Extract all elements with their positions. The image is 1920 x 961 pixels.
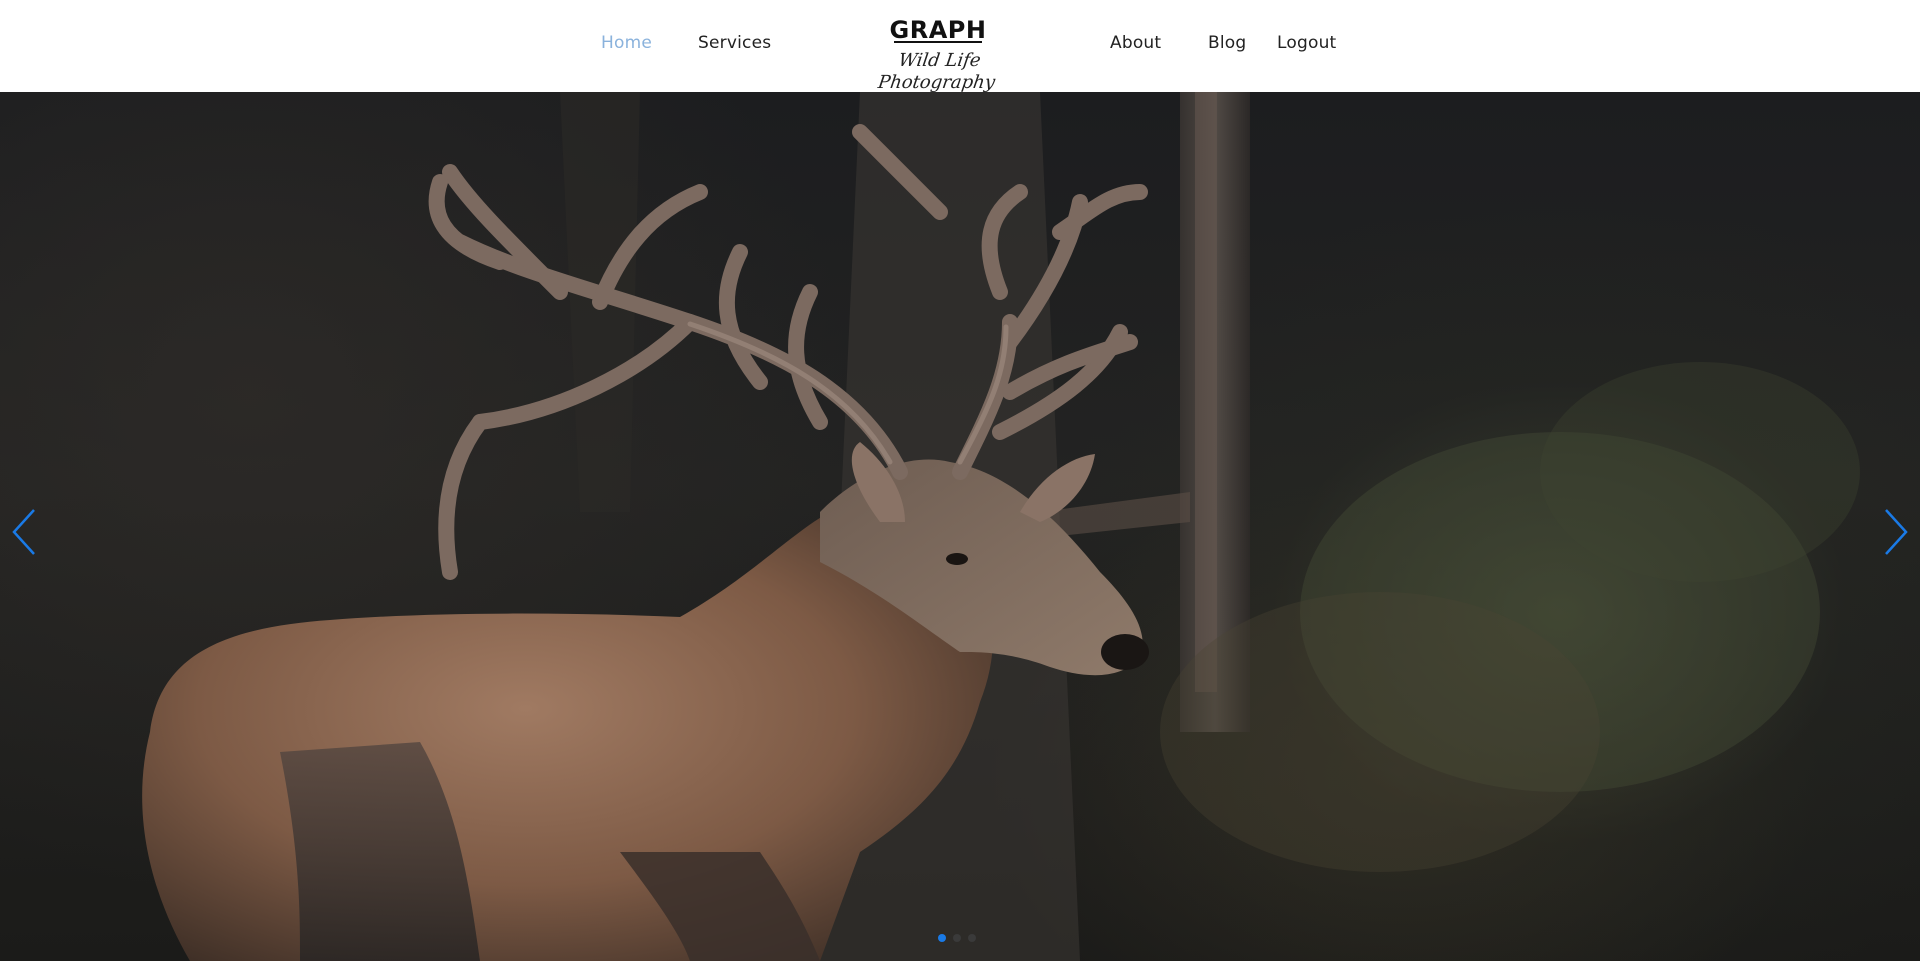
nav-about-link[interactable]: About [1110,33,1161,53]
hero-slider [0,92,1920,961]
nav-home-link[interactable]: Home [601,33,652,53]
logo-title: GRAPH [889,16,987,44]
slider-next-button[interactable] [1876,502,1916,562]
nav-services-link[interactable]: Services [698,33,771,53]
chevron-right-icon [1885,509,1908,555]
site-logo[interactable]: GRAPH Wild Life Photography [850,16,1026,93]
nav-logout-link[interactable]: Logout [1277,33,1336,53]
logo-subtitle: Wild Life Photography [876,50,997,93]
hero-deer-image [142,92,1860,961]
nav-blog-link[interactable]: Blog [1208,33,1246,53]
slider-dot-1[interactable] [938,934,946,942]
chevron-left-icon [12,509,35,555]
logo-underline [894,41,982,43]
slider-prev-button[interactable] [4,502,44,562]
slider-pagination [938,934,976,944]
slider-dot-3[interactable] [968,934,976,942]
slider-dot-2[interactable] [953,934,961,942]
site-header: Home Services GRAPH Wild Life Photograph… [0,0,1920,93]
